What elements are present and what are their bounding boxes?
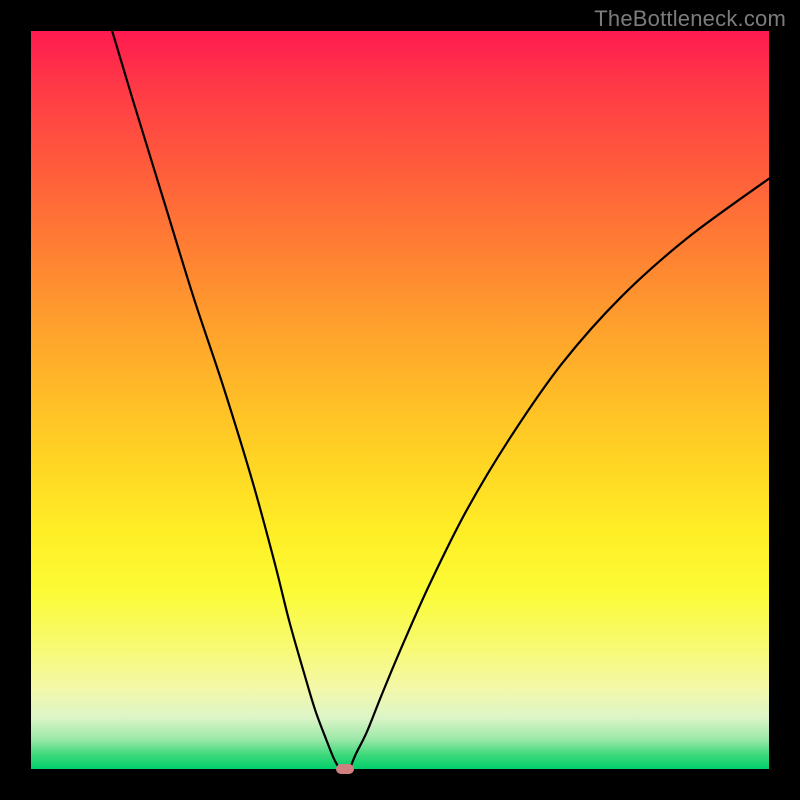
plot-gradient-background	[31, 31, 769, 769]
chart-frame: TheBottleneck.com	[0, 0, 800, 800]
watermark-text: TheBottleneck.com	[594, 6, 786, 32]
minimum-marker	[336, 764, 354, 774]
